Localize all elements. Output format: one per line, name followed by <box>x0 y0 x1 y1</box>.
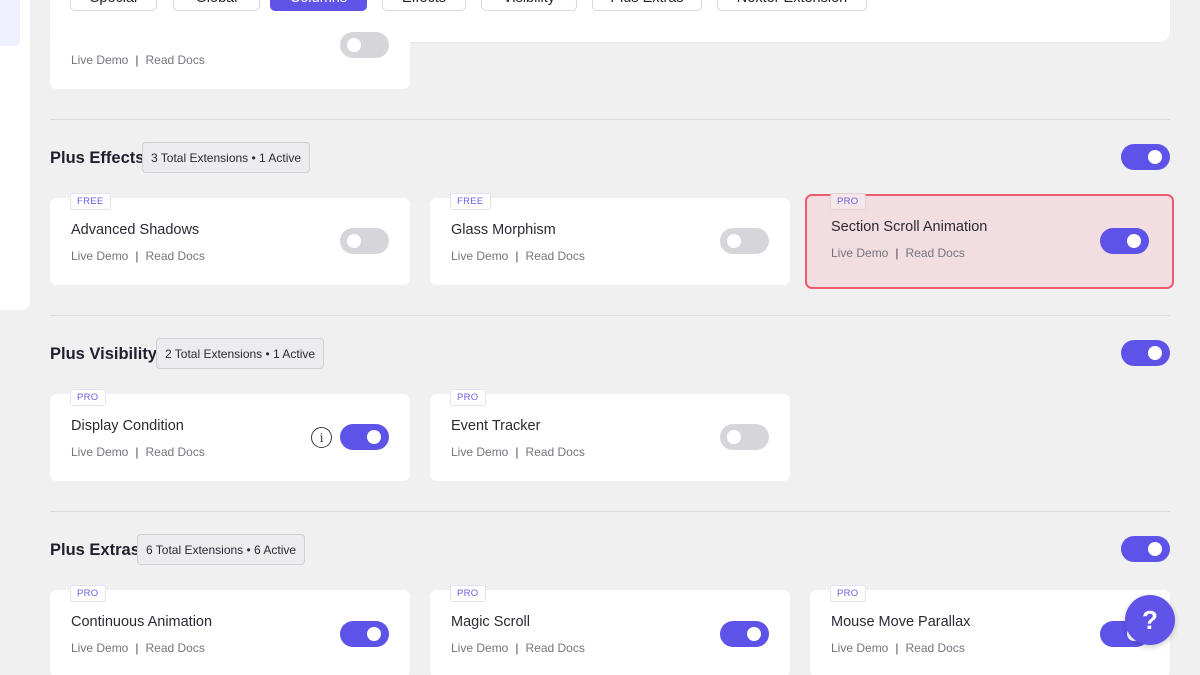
card-links: Live Demo | Read Docs <box>831 246 965 260</box>
tab-visibility[interactable]: Visibility <box>481 0 577 11</box>
card-links: Live Demo | Read Docs <box>71 641 205 655</box>
extension-card-glass-morphism: FREE Glass Morphism Live Demo | Read Doc… <box>430 193 790 285</box>
section-toggle-plus-extras[interactable] <box>1121 536 1170 562</box>
card-title: Section Scroll Animation <box>831 219 988 235</box>
section-count-badge: 2 Total Extensions • 1 Active <box>156 338 325 369</box>
extension-card-display-condition: PRO Display Condition Live Demo | Read D… <box>50 389 410 481</box>
read-docs-link[interactable]: Read Docs <box>905 246 964 260</box>
left-sidebar-panel <box>0 0 30 310</box>
extension-toggle[interactable] <box>720 424 769 450</box>
card-links: Live Demo | Read Docs <box>71 445 205 459</box>
card-links: Live Demo | Read Docs <box>451 641 585 655</box>
live-demo-link[interactable]: Live Demo <box>831 641 888 655</box>
extension-toggle[interactable] <box>340 32 389 58</box>
extension-toggle[interactable] <box>1100 228 1149 254</box>
card-links: Live Demo | Read Docs <box>71 249 205 263</box>
live-demo-link[interactable]: Live Demo <box>71 53 128 67</box>
live-demo-link[interactable]: Live Demo <box>71 641 128 655</box>
card-title: Glass Morphism <box>451 222 556 238</box>
section-count-badge: 3 Total Extensions • 1 Active <box>142 142 311 173</box>
read-docs-link[interactable]: Read Docs <box>525 249 584 263</box>
extension-toggle[interactable] <box>340 424 389 450</box>
section-toggle-plus-effects[interactable] <box>1121 144 1170 170</box>
link-separator: | <box>135 445 139 459</box>
sidebar-active-item[interactable] <box>0 0 20 46</box>
link-separator: | <box>515 249 519 263</box>
help-button[interactable]: ? <box>1125 595 1175 645</box>
read-docs-link[interactable]: Read Docs <box>145 53 204 67</box>
pro-badge: PRO <box>830 585 866 602</box>
read-docs-link[interactable]: Read Docs <box>145 445 204 459</box>
card-title: Event Tracker <box>451 418 541 434</box>
card-links: Live Demo | Read Docs <box>451 249 585 263</box>
extension-card-mouse-move-parallax: PRO Mouse Move Parallax Live Demo | Read… <box>810 585 1170 675</box>
live-demo-link[interactable]: Live Demo <box>831 246 888 260</box>
read-docs-link[interactable]: Read Docs <box>145 641 204 655</box>
pro-badge: PRO <box>70 585 106 602</box>
section-title-plus-extras: Plus Extras <box>50 541 140 559</box>
pro-badge: PRO <box>830 193 866 210</box>
link-separator: | <box>895 246 899 260</box>
section-title-plus-effects: Plus Effects <box>50 149 145 167</box>
link-separator: | <box>135 249 139 263</box>
live-demo-link[interactable]: Live Demo <box>71 249 128 263</box>
extension-card-event-tracker: PRO Event Tracker Live Demo | Read Docs <box>430 389 790 481</box>
read-docs-link[interactable]: Read Docs <box>525 641 584 655</box>
section-divider <box>50 511 1170 512</box>
section-divider <box>50 119 1170 120</box>
section-title-plus-visibility: Plus Visibility <box>50 345 157 363</box>
pro-badge: PRO <box>450 389 486 406</box>
card-title: Continuous Animation <box>71 614 213 630</box>
card-links: Live Demo | Read Docs <box>71 53 205 67</box>
read-docs-link[interactable]: Read Docs <box>905 641 964 655</box>
live-demo-link[interactable]: Live Demo <box>451 445 508 459</box>
card-title: Advanced Shadows <box>71 222 200 238</box>
link-separator: | <box>515 641 519 655</box>
extension-card-partial: Live Demo | Read Docs <box>50 20 410 89</box>
link-separator: | <box>895 641 899 655</box>
card-title: Display Condition <box>71 418 184 434</box>
live-demo-link[interactable]: Live Demo <box>451 641 508 655</box>
tab-nexter-extension[interactable]: Nexter Extension <box>717 0 867 11</box>
tab-effects[interactable]: Effects <box>382 0 466 11</box>
free-badge: FREE <box>450 193 491 210</box>
free-badge: FREE <box>70 193 111 210</box>
read-docs-link[interactable]: Read Docs <box>525 445 584 459</box>
info-icon[interactable]: i <box>311 427 332 448</box>
card-title: Magic Scroll <box>451 614 530 630</box>
link-separator: | <box>135 641 139 655</box>
extension-card-continuous-animation: PRO Continuous Animation Live Demo | Rea… <box>50 585 410 675</box>
section-divider <box>50 315 1170 316</box>
live-demo-link[interactable]: Live Demo <box>451 249 508 263</box>
extension-card-magic-scroll: PRO Magic Scroll Live Demo | Read Docs <box>430 585 790 675</box>
extension-toggle[interactable] <box>340 621 389 647</box>
extension-toggle[interactable] <box>720 621 769 647</box>
extension-card-section-scroll-animation: PRO Section Scroll Animation Live Demo |… <box>805 193 1174 289</box>
tab-global[interactable]: Global <box>173 0 260 11</box>
tab-columns[interactable]: Columns <box>270 0 367 11</box>
live-demo-link[interactable]: Live Demo <box>71 445 128 459</box>
extension-toggle[interactable] <box>340 228 389 254</box>
section-toggle-plus-visibility[interactable] <box>1121 340 1170 366</box>
pro-badge: PRO <box>450 585 486 602</box>
tab-special[interactable]: Special <box>70 0 157 11</box>
card-links: Live Demo | Read Docs <box>451 445 585 459</box>
card-links: Live Demo | Read Docs <box>831 641 965 655</box>
section-count-badge: 6 Total Extensions • 6 Active <box>137 534 306 565</box>
link-separator: | <box>135 53 139 67</box>
card-title: Mouse Move Parallax <box>831 614 971 630</box>
tab-plus-extras[interactable]: Plus Extras <box>592 0 702 11</box>
pro-badge: PRO <box>70 389 106 406</box>
link-separator: | <box>515 445 519 459</box>
extension-toggle[interactable] <box>720 228 769 254</box>
read-docs-link[interactable]: Read Docs <box>145 249 204 263</box>
extension-card-advanced-shadows: FREE Advanced Shadows Live Demo | Read D… <box>50 193 410 285</box>
